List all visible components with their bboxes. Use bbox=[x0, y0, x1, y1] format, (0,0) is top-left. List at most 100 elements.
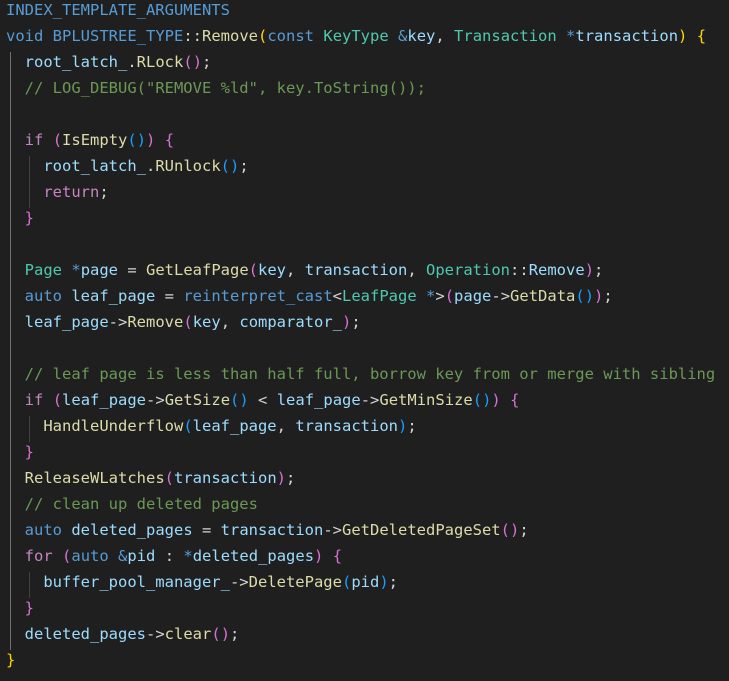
code-token: Remove bbox=[127, 313, 184, 331]
code-line[interactable]: } bbox=[6, 595, 34, 621]
code-token: -> bbox=[146, 625, 165, 643]
code-line[interactable]: INDEX_TEMPLATE_ARGUMENTS bbox=[6, 0, 230, 23]
code-token: -> bbox=[323, 521, 342, 539]
code-token: root_latch_ bbox=[43, 157, 146, 175]
code-token: buffer_pool_manager_ bbox=[43, 573, 230, 591]
code-line[interactable]: ReleaseWLatches(transaction); bbox=[6, 465, 296, 491]
code-token: ) bbox=[220, 625, 231, 643]
code-token: Remove bbox=[528, 261, 585, 279]
code-line[interactable]: deleted_pages->clear(); bbox=[6, 621, 240, 647]
code-line[interactable]: Page *page = GetLeafPage(key, transactio… bbox=[6, 257, 604, 283]
code-token: ; bbox=[286, 469, 296, 487]
code-token: -> bbox=[360, 391, 380, 409]
code-token: transaction bbox=[220, 521, 324, 539]
code-token: :: bbox=[183, 27, 202, 45]
code-token: if bbox=[24, 391, 44, 409]
code-line[interactable]: root_latch_.RLock(); bbox=[6, 49, 212, 75]
code-token: ( bbox=[230, 391, 240, 409]
code-editor[interactable]: INDEX_TEMPLATE_ARGUMENTS void BPLUSTREE_T… bbox=[0, 0, 729, 681]
code-token: ( bbox=[183, 313, 193, 331]
code-token: page bbox=[454, 287, 492, 305]
code-token: ; bbox=[388, 573, 398, 591]
code-token: , bbox=[407, 261, 427, 279]
code-token: Page bbox=[24, 261, 62, 279]
code-token: < bbox=[248, 391, 277, 409]
code-line[interactable]: } bbox=[6, 205, 34, 231]
code-token: transaction bbox=[295, 417, 398, 435]
code-token: reinterpret_cast bbox=[183, 287, 333, 305]
code-token: ; bbox=[519, 521, 529, 539]
code-line[interactable]: root_latch_.RUnlock(); bbox=[6, 153, 248, 179]
code-token: ( bbox=[220, 157, 230, 175]
code-token: auto bbox=[71, 547, 109, 565]
code-line[interactable]: HandleUnderflow(leaf_page, transaction); bbox=[6, 413, 416, 439]
code-token: ) bbox=[491, 391, 501, 409]
code-token: -> bbox=[108, 313, 128, 331]
code-token: GetMinSize bbox=[379, 391, 473, 409]
code-token: ( bbox=[472, 391, 483, 409]
code-token: , bbox=[220, 313, 240, 331]
code-token: ( bbox=[183, 53, 193, 71]
code-token: key bbox=[407, 27, 436, 45]
code-token: leaf_page bbox=[192, 417, 277, 435]
code-token: ( bbox=[164, 469, 174, 487]
code-line[interactable]: // LOG_DEBUG("REMOVE %ld", key.ToString(… bbox=[6, 75, 426, 101]
code-line[interactable]: return; bbox=[6, 179, 108, 205]
code-line[interactable]: } bbox=[6, 647, 15, 673]
code-line[interactable]: auto leaf_page = reinterpret_cast<LeafPa… bbox=[6, 283, 613, 309]
code-line[interactable]: // clean up deleted pages bbox=[6, 491, 258, 517]
code-line[interactable]: if (leaf_page->GetSize() < leaf_page->Ge… bbox=[6, 387, 520, 413]
code-token: clear bbox=[164, 625, 212, 643]
code-token: ; bbox=[202, 53, 212, 71]
code-token: const bbox=[267, 27, 315, 45]
code-token: RUnlock bbox=[155, 157, 221, 175]
code-line[interactable]: leaf_page->Remove(key, comparator_); bbox=[6, 309, 361, 335]
code-line[interactable]: if (IsEmpty()) { bbox=[6, 127, 174, 153]
code-token: { bbox=[164, 131, 175, 149]
code-token: root_latch_ bbox=[24, 53, 128, 71]
code-line[interactable]: } bbox=[6, 439, 34, 465]
code-token: , bbox=[276, 417, 296, 435]
code-token: ; bbox=[351, 313, 361, 331]
code-token: Transaction bbox=[454, 27, 557, 45]
code-token: ) bbox=[239, 391, 249, 409]
code-token: pid bbox=[127, 547, 156, 565]
code-token: ) bbox=[192, 53, 203, 71]
code-token: ) bbox=[276, 469, 286, 487]
code-token: ( bbox=[444, 287, 455, 305]
code-token: * bbox=[426, 287, 436, 305]
code-token: if bbox=[24, 131, 44, 149]
code-token: HandleUnderflow bbox=[43, 417, 184, 435]
code-token: leaf_page bbox=[276, 391, 361, 409]
code-token: leaf_page bbox=[24, 313, 109, 331]
code-line[interactable]: // leaf page is less than half full, bor… bbox=[6, 361, 716, 387]
code-line[interactable]: void BPLUSTREE_TYPE::Remove(const KeyTyp… bbox=[6, 23, 706, 49]
code-token: comparator_ bbox=[239, 313, 343, 331]
code-token: & bbox=[398, 27, 408, 45]
code-token: for bbox=[24, 547, 53, 565]
code-token: . bbox=[145, 157, 156, 175]
code-line[interactable]: for (auto &pid : *deleted_pages) { bbox=[6, 543, 342, 569]
code-line[interactable]: buffer_pool_manager_->DeletePage(pid); bbox=[6, 569, 398, 595]
code-line[interactable]: auto deleted_pages = transaction->GetDel… bbox=[6, 517, 529, 543]
